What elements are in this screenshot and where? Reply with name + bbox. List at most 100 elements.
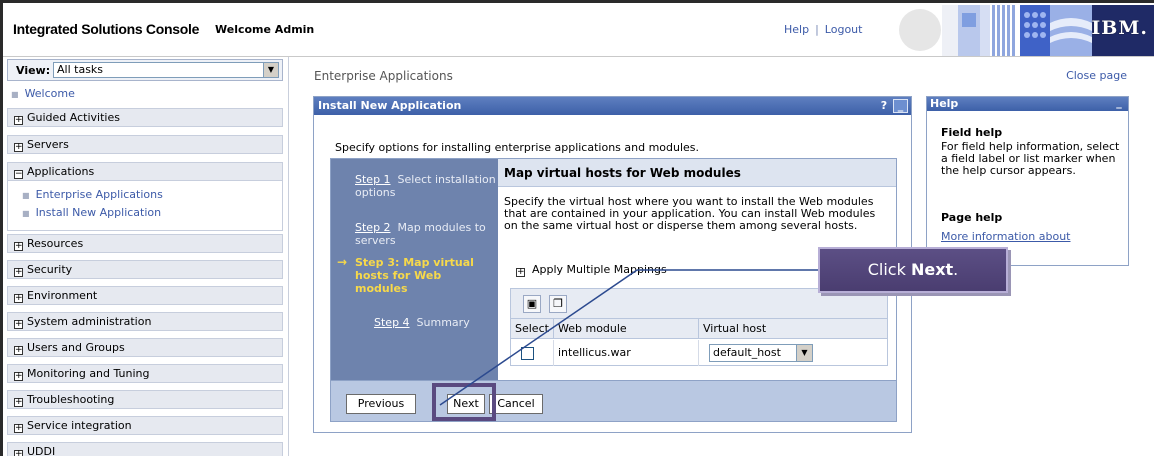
virtual-host-value: default_host (713, 346, 781, 359)
nav-category-guided-activities[interactable]: + Guided Activities (7, 108, 283, 127)
step-panel-title: Map virtual hosts for Web modules (498, 159, 896, 187)
nav-category-label: Applications (27, 165, 95, 178)
nav-category-resources[interactable]: + Resources (7, 234, 283, 253)
expand-icon[interactable]: + (14, 294, 23, 303)
nav-category-label: Security (27, 263, 73, 276)
collapse-icon[interactable]: − (14, 170, 23, 179)
expand-icon[interactable]: + (14, 116, 23, 125)
minimize-icon[interactable]: _ (1113, 97, 1125, 110)
nav-category-label: Guided Activities (27, 111, 120, 124)
virtual-host-cell: default_host ▼ (699, 340, 887, 366)
ibm-logo: IBM. (1091, 17, 1148, 39)
callout-suffix: . (953, 260, 959, 279)
nav-category-label: Monitoring and Tuning (27, 367, 150, 380)
step-panel-description: Specify the virtual host where you want … (504, 195, 876, 232)
expand-icon[interactable]: + (14, 346, 23, 355)
close-page-link[interactable]: Close page (1066, 69, 1127, 82)
help-icon[interactable]: ? (878, 99, 890, 112)
step-2[interactable]: Step 2 Map modules to servers (355, 221, 498, 247)
nav-category-applications[interactable]: − Applications (7, 162, 283, 181)
install-wizard: Step 1 Select installation options Step … (330, 158, 897, 422)
nav-category-environment[interactable]: + Environment (7, 286, 283, 305)
cancel-button[interactable]: Cancel (489, 394, 543, 414)
step-3-current: Step 3: Map virtual hosts for Web module… (355, 256, 474, 295)
step-1-link[interactable]: Step 1 (355, 173, 391, 186)
nav-category-servers[interactable]: + Servers (7, 135, 283, 154)
nav-category-service-integration[interactable]: + Service integration (7, 416, 283, 435)
page-help-title: Page help (941, 211, 1003, 224)
step-4-link[interactable]: Step 4 (374, 316, 410, 329)
help-portlet-title: Help (927, 97, 1128, 111)
callout-text: Click (867, 260, 911, 279)
virtual-host-select[interactable]: default_host ▼ (709, 344, 813, 362)
expand-icon[interactable]: + (14, 372, 23, 381)
step-4-text: Summary (416, 316, 470, 329)
page-help-link[interactable]: More information about (941, 230, 1125, 243)
next-button[interactable]: Next (447, 394, 485, 414)
portlet-intro-text: Specify options for installing enterpris… (335, 141, 700, 154)
wizard-button-bar: Previous Next Cancel (331, 380, 896, 421)
virtual-host-table: ▣ ❐ Select Web module Virtual host intel… (510, 288, 888, 366)
bullet-icon: ■ (22, 209, 30, 218)
chevron-down-icon[interactable]: ▼ (263, 63, 278, 77)
table-toolbar: ▣ ❐ (511, 289, 887, 319)
console-banner: Integrated Solutions Console Welcome Adm… (3, 3, 1154, 57)
expand-icon[interactable]: + (14, 268, 23, 277)
nav-category-label: Service integration (27, 419, 132, 432)
bullet-icon: ■ (11, 90, 19, 99)
previous-button[interactable]: Previous (346, 394, 416, 414)
expand-icon[interactable]: + (14, 398, 23, 407)
nav-category-users-and-groups[interactable]: + Users and Groups (7, 338, 283, 357)
expand-icon[interactable]: + (14, 143, 23, 152)
table-header: Select Web module Virtual host (511, 319, 887, 339)
view-select[interactable]: All tasks ▼ (53, 62, 279, 78)
nav-category-system-administration[interactable]: + System administration (7, 312, 283, 331)
current-step-arrow-icon: → (337, 255, 348, 269)
expand-icon[interactable]: + (14, 450, 23, 456)
help-title-text: Help (930, 97, 959, 110)
nav-category-troubleshooting[interactable]: + Troubleshooting (7, 390, 283, 409)
row-select-checkbox[interactable] (521, 347, 534, 360)
apply-multiple-mappings[interactable]: + Apply Multiple Mappings (516, 263, 667, 277)
bullet-icon: ■ (22, 191, 30, 200)
instruction-callout: Click Next. (818, 247, 1008, 293)
console-title: Integrated Solutions Console (13, 21, 200, 37)
expand-icon[interactable]: + (14, 424, 23, 433)
web-module-cell: intellicus.war (554, 340, 699, 366)
expand-icon[interactable]: + (14, 320, 23, 329)
nav-category-uddi[interactable]: + UDDI (7, 442, 283, 456)
navigation-tree: View: All tasks ▼ ■ Welcome + Guided Activ… (3, 57, 289, 456)
nav-category-label: Environment (27, 289, 98, 302)
expand-icon[interactable]: + (14, 242, 23, 251)
help-link[interactable]: Help (784, 23, 809, 36)
expand-icon[interactable]: + (516, 268, 525, 277)
nav-item-enterprise-applications[interactable]: ■ Enterprise Applications (22, 188, 163, 201)
nav-category-security[interactable]: + Security (7, 260, 283, 279)
column-header-web-module: Web module (554, 319, 699, 339)
portlet-title: Install New Application (314, 97, 911, 115)
field-help-title: Field help (941, 126, 1003, 139)
step-2-link[interactable]: Step 2 (355, 221, 391, 234)
deselect-all-icon[interactable]: ❐ (549, 295, 567, 313)
apply-multiple-label: Apply Multiple Mappings (532, 263, 667, 276)
callout-bold-text: Next (910, 260, 954, 279)
minimize-icon[interactable]: _ (893, 99, 908, 113)
help-portlet: Help _ Field help For field help informa… (926, 96, 1129, 266)
nav-welcome-label: Welcome (24, 87, 75, 100)
nav-category-monitoring-and-tuning[interactable]: + Monitoring and Tuning (7, 364, 283, 383)
step-4[interactable]: Step 4 Summary (374, 316, 470, 329)
select-all-icon[interactable]: ▣ (523, 295, 541, 313)
view-select-value: All tasks (57, 63, 104, 76)
nav-welcome-link[interactable]: ■ Welcome (11, 87, 75, 100)
chevron-down-icon[interactable]: ▼ (796, 345, 812, 361)
step-1[interactable]: Step 1 Select installation options (355, 173, 498, 199)
nav-category-label: UDDI (27, 445, 56, 456)
column-header-select: Select (511, 319, 554, 339)
nav-category-label: Servers (27, 138, 69, 151)
link-separator: | (815, 23, 819, 36)
field-help-text: For field help information, select a fie… (941, 140, 1120, 177)
logout-link[interactable]: Logout (825, 23, 863, 36)
nav-item-label: Enterprise Applications (35, 188, 163, 201)
nav-item-install-new-application[interactable]: ■ Install New Application (22, 206, 161, 219)
table-row: intellicus.war default_host ▼ (511, 340, 887, 366)
